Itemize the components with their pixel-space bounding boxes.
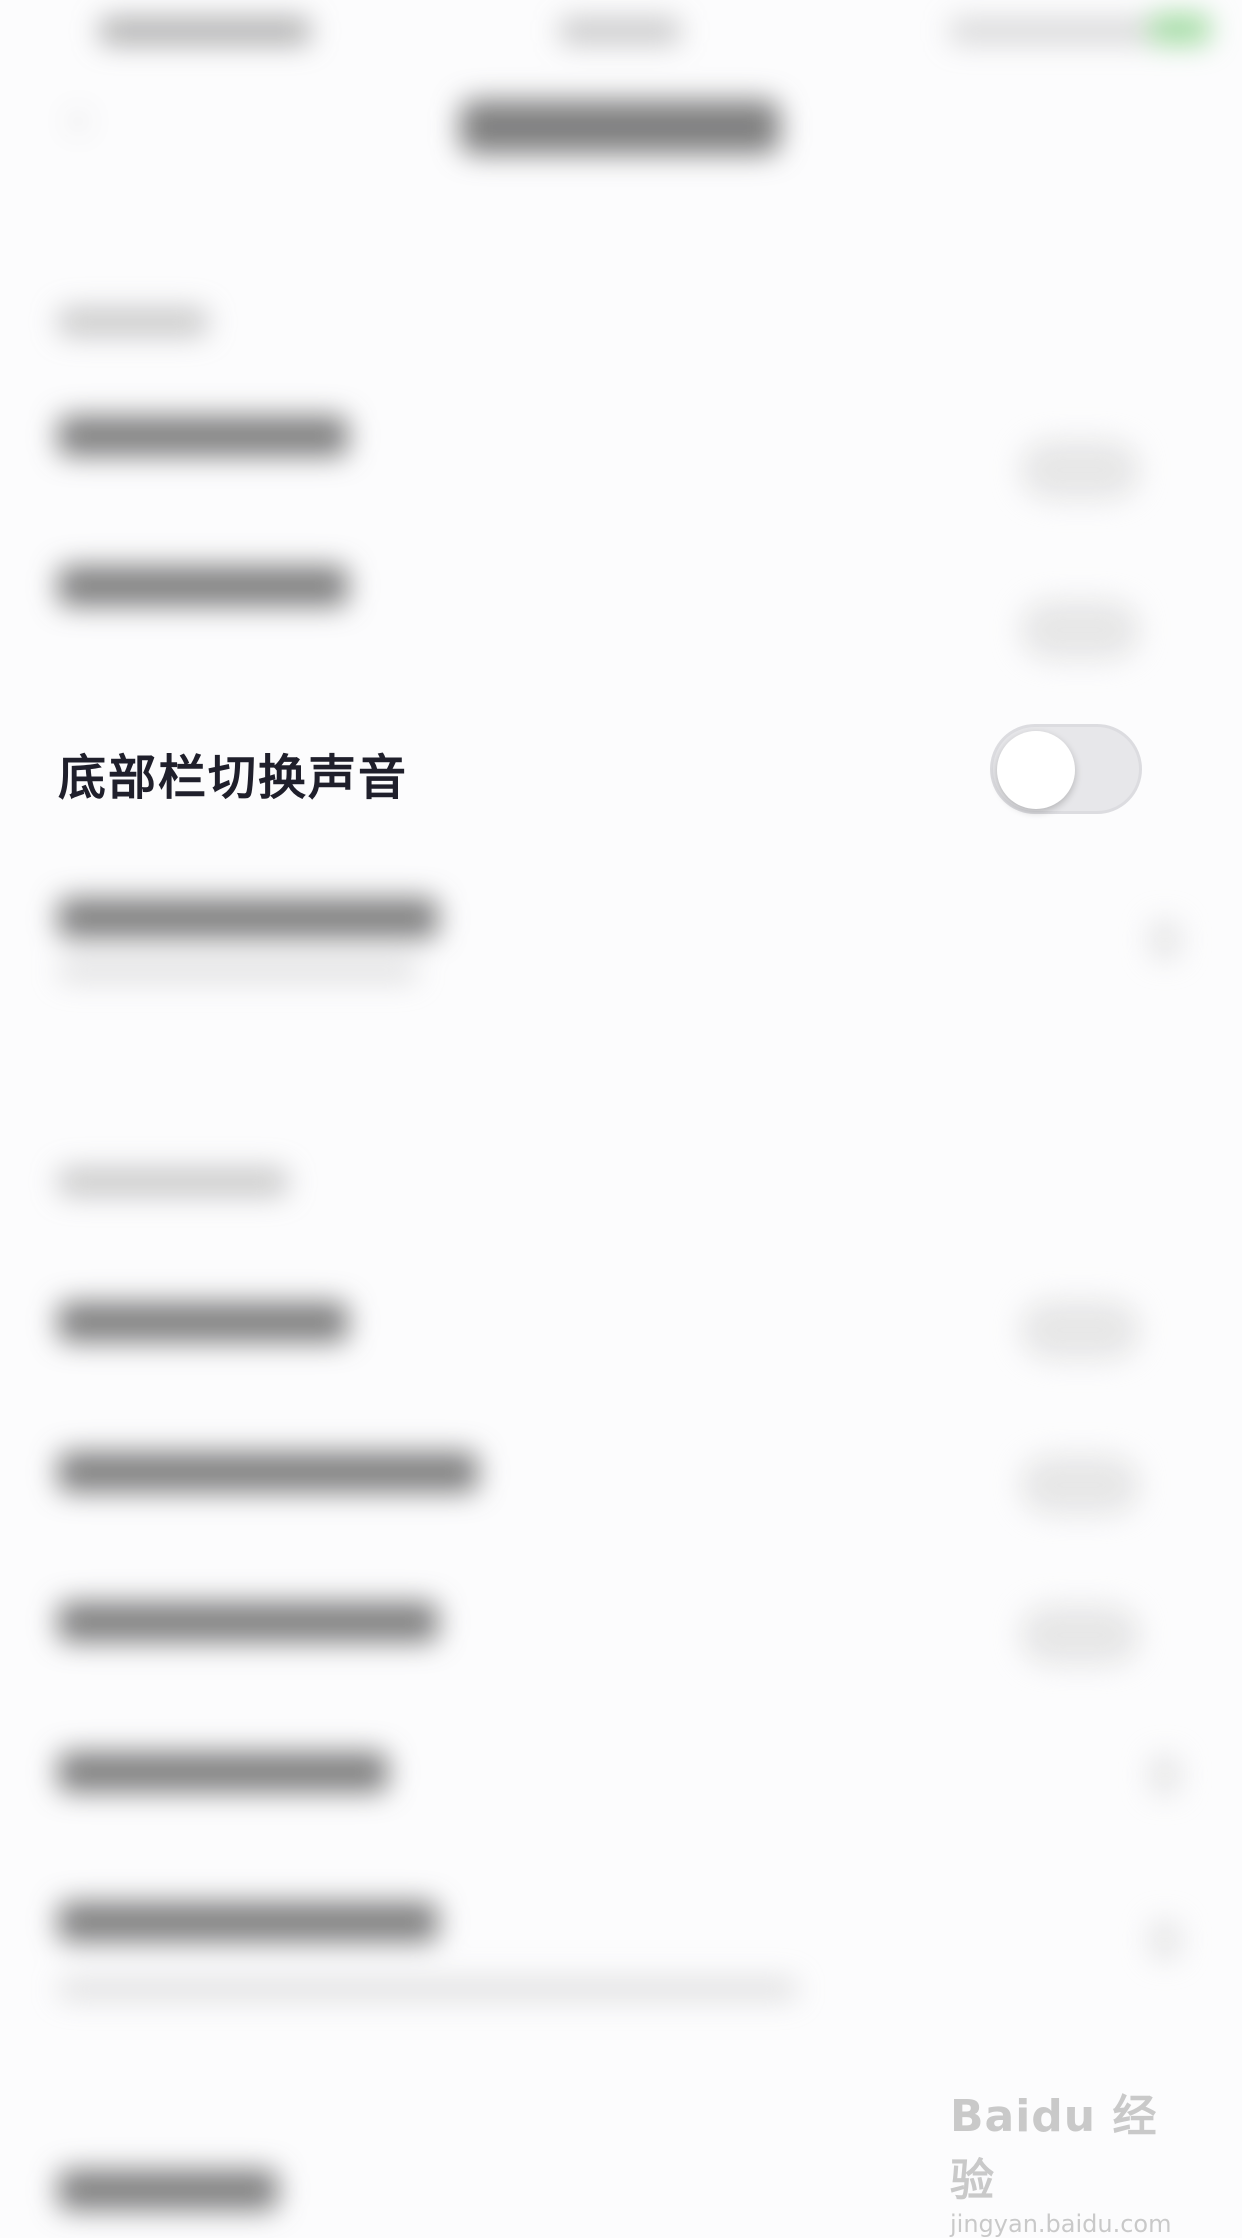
section-header	[58, 308, 208, 336]
settings-row-switch[interactable]	[1020, 1455, 1140, 1515]
bottom-bar-sound-switch[interactable]	[990, 724, 1142, 814]
page-title	[460, 100, 780, 154]
switch-knob	[997, 731, 1075, 809]
chevron-right-icon	[1150, 1920, 1180, 1960]
settings-row-subtext	[58, 1978, 798, 2000]
battery-icon	[1150, 14, 1210, 44]
status-carrier	[100, 18, 310, 44]
settings-row-label	[58, 898, 438, 938]
chevron-left-icon[interactable]: ‹	[70, 100, 102, 140]
settings-row-switch[interactable]	[1020, 1300, 1140, 1360]
settings-row-label	[58, 1602, 438, 1642]
settings-row-label	[58, 1902, 438, 1942]
status-indicators	[950, 18, 1150, 44]
settings-row-label	[58, 566, 348, 606]
settings-row-subtext	[58, 960, 418, 982]
watermark-url: jingyan.baidu.com	[950, 2210, 1172, 2238]
blurred-background: ‹	[0, 0, 1242, 2210]
status-bar	[0, 0, 1242, 60]
settings-row-label	[58, 1752, 388, 1792]
chevron-right-icon	[1150, 1755, 1180, 1795]
settings-row-label	[58, 2170, 278, 2210]
section-header	[58, 1168, 288, 1196]
baidu-watermark: Baidu 经验 jingyan.baidu.com	[950, 2080, 1180, 2238]
watermark-logo: Baidu 经验	[950, 2091, 1158, 2206]
settings-row-label	[58, 416, 348, 456]
settings-row-switch[interactable]	[1020, 440, 1140, 500]
bottom-bar-sound-row: 底部栏切换声音	[0, 700, 1242, 840]
settings-row-label	[58, 1452, 478, 1492]
settings-row-switch[interactable]	[1020, 600, 1140, 660]
settings-row-label	[58, 1302, 348, 1342]
settings-row-switch[interactable]	[1020, 1605, 1140, 1665]
chevron-right-icon	[1150, 920, 1180, 960]
status-time	[560, 18, 680, 44]
bottom-bar-sound-label: 底部栏切换声音	[58, 750, 409, 806]
